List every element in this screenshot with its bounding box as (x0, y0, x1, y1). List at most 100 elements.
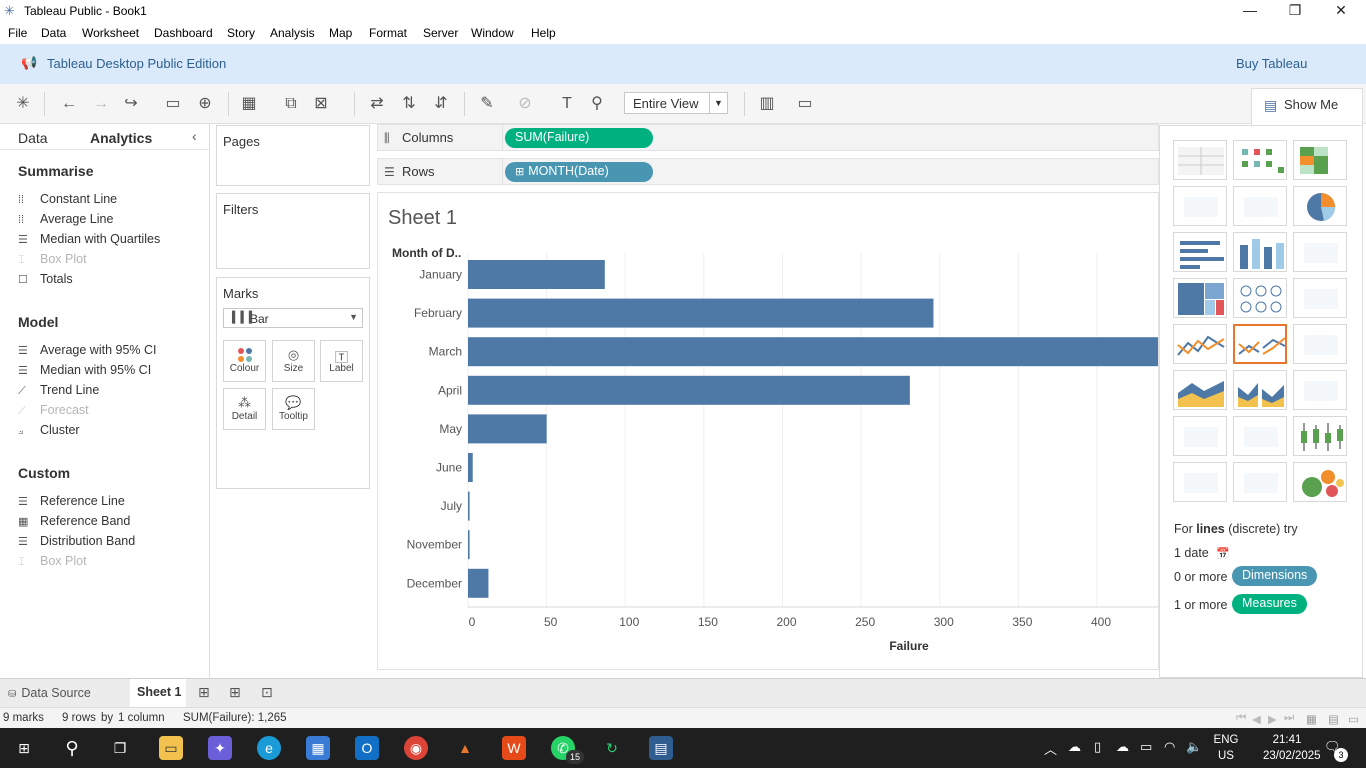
trend-line-item[interactable]: ⟋ Trend Line (18, 383, 99, 398)
buy-tableau-link[interactable]: Buy Tableau (1236, 56, 1307, 71)
nav-prev-icon[interactable]: ◀ (1252, 712, 1261, 726)
tab-sheet1[interactable]: Sheet 1 (130, 679, 186, 707)
onedrive-icon[interactable]: ☁ (1116, 739, 1129, 755)
system-clock[interactable]: 21:41 23/02/2025 (1263, 732, 1321, 764)
columns-shelf[interactable]: ⫼ Columns SUM(Failure) (377, 124, 1159, 151)
menu-window[interactable]: Window (471, 26, 514, 40)
pages-card[interactable]: Pages (216, 125, 370, 186)
film-strip-icon[interactable]: ▤ (1328, 712, 1339, 726)
average-line-item[interactable]: ⁞⁞ Average Line (18, 212, 113, 226)
tableau-home-icon[interactable]: ✳ (12, 94, 34, 114)
sync-icon[interactable]: ↻ (600, 736, 624, 760)
menu-data[interactable]: Data (41, 26, 66, 40)
device-icon[interactable]: ▯ (1094, 739, 1101, 755)
box-whisker-icon[interactable] (1293, 416, 1347, 456)
dual-lines-icon[interactable] (1293, 324, 1347, 364)
wifi-icon[interactable]: ◠ (1164, 739, 1175, 755)
new-data-source-icon[interactable]: ⊕ (194, 94, 216, 114)
mark-type-dropdown[interactable]: ▍▍▍ Bar ▼ (223, 308, 363, 328)
chrome-icon[interactable]: ◉ (404, 736, 428, 760)
constant-line-item[interactable]: ⁞⁞ Constant Line (18, 192, 117, 206)
totals-item[interactable]: ☐ Totals (18, 272, 73, 286)
bullet-graph-icon[interactable] (1233, 462, 1287, 502)
discrete-lines-icon[interactable] (1233, 324, 1287, 364)
size-button[interactable]: ◎ Size (272, 340, 315, 382)
nav-first-icon[interactable]: ⏮ (1236, 712, 1246, 725)
tab-data[interactable]: Data (18, 130, 48, 146)
heat-map-icon[interactable] (1233, 140, 1287, 180)
redo-icon[interactable]: → (90, 94, 112, 114)
nav-next-icon[interactable]: ▶ (1268, 712, 1277, 726)
reference-line-item[interactable]: ☰ Reference Line (18, 494, 125, 508)
month-date-pill[interactable]: ⊞ MONTH(Date) (505, 162, 653, 182)
new-story-icon[interactable]: ⊡ (261, 684, 273, 701)
wps-office-icon[interactable]: W (502, 736, 526, 760)
horizontal-bars-icon[interactable] (1173, 232, 1227, 272)
scatter-plot-icon[interactable] (1173, 416, 1227, 456)
stacked-bars-icon[interactable] (1233, 232, 1287, 272)
save-icon[interactable]: ▭ (162, 94, 184, 114)
store-icon[interactable]: ▦ (306, 736, 330, 760)
detail-button[interactable]: ⁂ Detail (223, 388, 266, 430)
colour-button[interactable]: Colour (223, 340, 266, 382)
tooltip-button[interactable]: 💬 Tooltip (272, 388, 315, 430)
tableau-taskbar-icon[interactable]: ▤ (649, 736, 673, 760)
presentation-icon[interactable]: ▭ (794, 94, 816, 114)
sort-ascending-icon[interactable]: ⇅ (398, 94, 420, 114)
pie-chart-icon[interactable] (1293, 186, 1347, 226)
cloud-sync-icon[interactable]: ☁ (1068, 739, 1081, 755)
highlight-icon[interactable]: ✎ (476, 94, 498, 114)
filled-map-icon[interactable] (1233, 186, 1287, 226)
fit-dropdown[interactable]: Entire View ▼ (624, 92, 728, 114)
minimize-button[interactable]: — (1240, 2, 1260, 20)
histogram-icon[interactable] (1233, 416, 1287, 456)
swap-icon[interactable]: ⇄ (366, 94, 388, 114)
side-by-side-circles-icon[interactable] (1293, 278, 1347, 318)
reference-band-item[interactable]: ▦ Reference Band (18, 514, 130, 528)
matlab-icon[interactable]: ▲ (453, 736, 477, 760)
nav-last-icon[interactable]: ⏭ (1284, 712, 1294, 725)
average-ci-item[interactable]: ☰ Average with 95% CI (18, 343, 157, 357)
median-ci-item[interactable]: ☰ Median with 95% CI (18, 363, 151, 377)
undo-icon[interactable]: ← (58, 94, 80, 114)
tray-chevron-icon[interactable]: ︿ (1044, 739, 1057, 758)
highlight-table-icon[interactable] (1293, 140, 1347, 180)
group-icon[interactable]: ⊘ (514, 94, 536, 114)
tab-data-source[interactable]: ⛁ Data Source (8, 686, 91, 700)
sort-descending-icon[interactable]: ⇵ (430, 94, 452, 114)
language-indicator[interactable]: ENG US (1212, 732, 1240, 764)
close-button[interactable]: ✕ (1331, 2, 1351, 20)
tab-analytics[interactable]: Analytics (90, 130, 152, 146)
new-worksheet-icon[interactable]: ▦ (238, 94, 260, 114)
menu-map[interactable]: Map (329, 26, 352, 40)
windows-start-icon[interactable]: ⊞ (12, 736, 36, 760)
label-button[interactable]: 🅃 Label (320, 340, 363, 382)
gantt-chart-icon[interactable] (1173, 462, 1227, 502)
sum-failure-pill[interactable]: SUM(Failure) (505, 128, 653, 148)
side-by-side-bars-icon[interactable] (1293, 232, 1347, 272)
rows-shelf[interactable]: ☰ Rows ⊞ MONTH(Date) (377, 158, 1159, 185)
collapse-pane-icon[interactable]: ‹ (192, 128, 197, 144)
menu-story[interactable]: Story (227, 26, 255, 40)
outlook-icon[interactable]: O (355, 736, 379, 760)
volume-icon[interactable]: 🔈 (1186, 739, 1202, 755)
cluster-item[interactable]: ⟓ Cluster (18, 423, 80, 438)
expand-icon[interactable]: ⊞ (515, 166, 524, 178)
show-me-button[interactable]: ▤ Show Me (1251, 88, 1363, 126)
copilot-icon[interactable]: ✦ (208, 736, 232, 760)
edge-icon[interactable]: e (257, 736, 281, 760)
menu-worksheet[interactable]: Worksheet (82, 26, 139, 40)
show-cards-icon[interactable]: ▥ (756, 94, 778, 114)
menu-analysis[interactable]: Analysis (270, 26, 315, 40)
packed-bubbles-icon[interactable] (1293, 462, 1347, 502)
area-discrete-icon[interactable] (1233, 370, 1287, 410)
battery-icon[interactable]: ▭ (1140, 739, 1152, 755)
symbol-map-icon[interactable] (1173, 186, 1227, 226)
circle-views-icon[interactable] (1233, 278, 1287, 318)
file-explorer-icon[interactable]: ▭ (159, 736, 183, 760)
menu-file[interactable]: File (8, 26, 27, 40)
replay-icon[interactable]: ↪ (120, 94, 142, 114)
duplicate-sheet-icon[interactable]: ⧉ (280, 94, 302, 114)
median-quartiles-item[interactable]: ☰ Median with Quartiles (18, 232, 160, 246)
task-view-icon[interactable]: ❐ (108, 736, 132, 760)
